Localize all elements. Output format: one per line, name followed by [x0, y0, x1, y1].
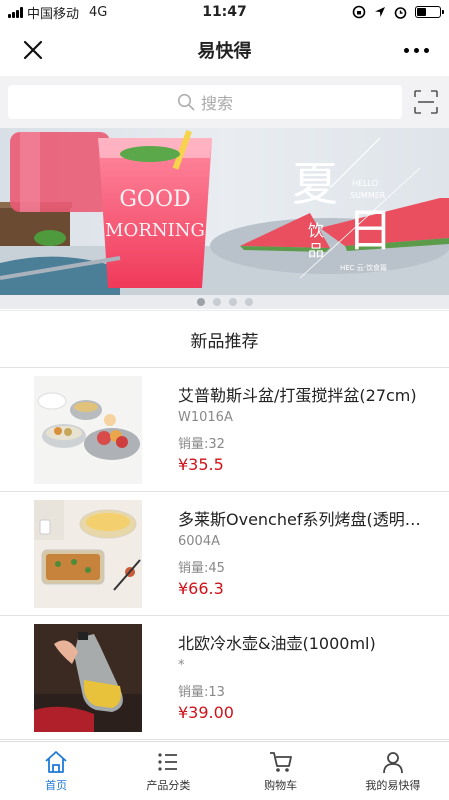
product-price: ¥39.00 — [178, 703, 234, 722]
product-name: 北欧冷水壶&油壶(1000ml) — [178, 634, 376, 652]
product-image — [34, 376, 142, 484]
carousel-dot[interactable] — [228, 298, 237, 306]
product-code: * — [178, 658, 185, 673]
cart-icon — [269, 752, 292, 772]
carousel-dot[interactable] — [212, 298, 221, 306]
banner-char-3: 饮 — [308, 221, 324, 240]
clock: 11:47 — [202, 4, 247, 20]
battery-icon — [414, 6, 444, 18]
tab-home[interactable]: 首页 — [0, 742, 112, 800]
banner-char-2: 日 — [347, 203, 393, 257]
carousel-dot[interactable] — [244, 298, 253, 306]
network-label: 4G — [89, 4, 108, 20]
tab-bar: 首页 产品分类 购物车 我的易快得 — [0, 741, 449, 800]
signal-icon — [8, 6, 23, 18]
tab-label: 产品分类 — [146, 779, 191, 792]
product-name: 多莱斯Ovenchef系列烤盘(透明… — [178, 510, 421, 528]
product-image — [34, 624, 142, 732]
tab-cart[interactable]: 购物车 — [225, 742, 337, 800]
product-name: 艾普勒斯斗盆/打蛋搅拌盆(27cm) — [178, 386, 417, 404]
product-sales: 销量:13 — [178, 685, 225, 700]
more-icon[interactable] — [404, 48, 429, 53]
product-code: W1016A — [178, 410, 233, 425]
promo-banner[interactable]: GOOD MORNING 夏 日 饮 品 HELLO SUMMER HEC 云·… — [0, 128, 449, 295]
rotation-lock-icon — [352, 5, 366, 19]
search-input[interactable]: 搜索 — [8, 85, 402, 119]
product-price: ¥35.5 — [178, 455, 224, 474]
page-title: 易快得 — [197, 41, 252, 62]
home-icon — [45, 751, 67, 773]
banner-footer: HEC 云·饮食篇 — [340, 263, 387, 272]
banner-char-4: 品 — [308, 241, 324, 260]
alarm-icon — [394, 6, 407, 19]
product-item[interactable]: 北欧冷水壶&油壶(1000ml) * 销量:13 ¥39.00 — [0, 616, 449, 740]
banner-glass-text-2: MORNING — [105, 220, 205, 241]
close-icon[interactable] — [22, 39, 44, 61]
carousel-dots — [0, 295, 449, 309]
scan-icon[interactable] — [413, 89, 439, 115]
product-item[interactable]: 艾普勒斯斗盆/打蛋搅拌盆(27cm) W1016A 销量:32 ¥35.5 — [0, 368, 449, 492]
banner-hello: HELLO — [352, 179, 378, 188]
search-icon — [177, 93, 195, 111]
banner-char-1: 夏 — [292, 157, 338, 211]
user-icon — [382, 752, 403, 774]
status-bar: 中国移动 4G 11:47 — [0, 0, 449, 24]
product-item[interactable]: 多莱斯Ovenchef系列烤盘(透明… 6004A 销量:45 ¥66.3 — [0, 492, 449, 616]
product-code: 6004A — [178, 534, 220, 549]
tab-label: 首页 — [45, 779, 68, 792]
product-price: ¥66.3 — [178, 579, 224, 598]
banner-summer: SUMMER — [350, 191, 386, 200]
tab-label: 购物车 — [264, 779, 298, 792]
list-icon — [158, 753, 178, 771]
location-icon — [374, 7, 385, 17]
search-placeholder: 搜索 — [200, 94, 233, 113]
banner-glass-text-1: GOOD — [119, 187, 190, 212]
carousel-dot[interactable] — [196, 298, 205, 306]
carrier-label: 中国移动 — [27, 6, 80, 22]
tab-label: 我的易快得 — [365, 779, 421, 792]
tab-categories[interactable]: 产品分类 — [112, 742, 224, 800]
product-sales: 销量:32 — [178, 437, 225, 452]
nav-bar: 易快得 — [0, 24, 449, 76]
section-title: 新品推荐 — [0, 310, 449, 368]
product-image — [34, 500, 142, 608]
tab-profile[interactable]: 我的易快得 — [337, 742, 449, 800]
product-sales: 销量:45 — [178, 561, 225, 576]
search-bar: 搜索 — [0, 76, 449, 128]
